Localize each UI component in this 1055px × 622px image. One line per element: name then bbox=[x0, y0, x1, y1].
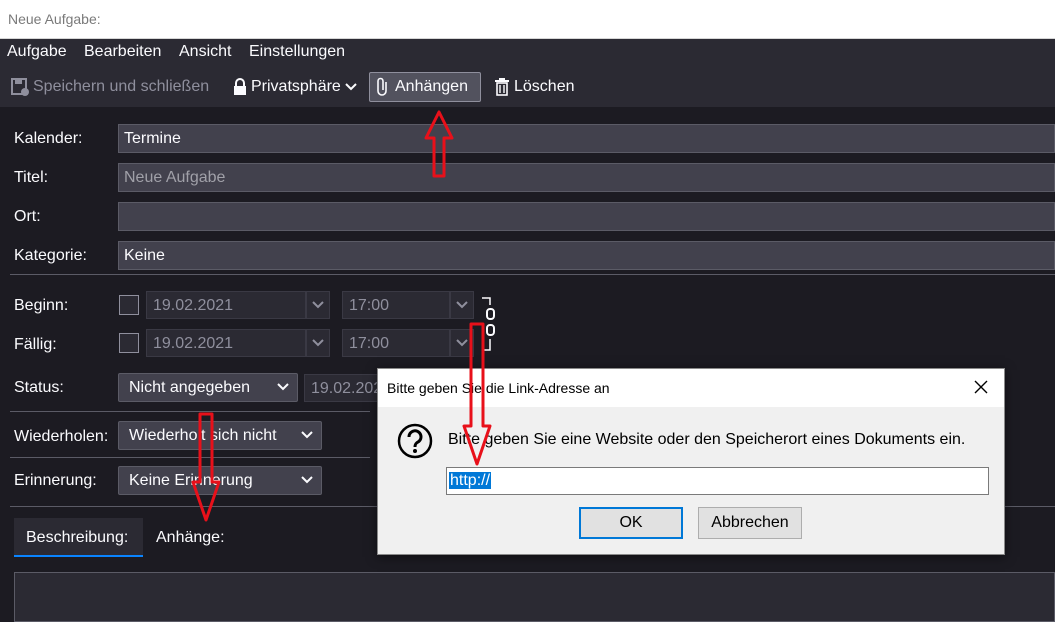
link-url-input[interactable]: http:// bbox=[446, 467, 989, 495]
menu-ansicht[interactable]: Ansicht bbox=[179, 43, 231, 61]
status-select[interactable]: Nicht angegeben bbox=[118, 373, 298, 402]
ok-button[interactable]: OK bbox=[579, 507, 683, 539]
privacy-label: Privatsphäre bbox=[251, 78, 341, 95]
menu-bar: Aufgabe Bearbeiten Ansicht Einstellungen bbox=[0, 39, 1055, 67]
privacy-button[interactable]: Privatsphäre bbox=[232, 72, 360, 102]
close-icon[interactable] bbox=[972, 378, 990, 396]
due-time-field[interactable]: 17:00 bbox=[342, 329, 450, 357]
tab-description[interactable]: Beschreibung: bbox=[14, 518, 143, 557]
attach-label: Anhängen bbox=[395, 78, 468, 95]
due-date-dropdown[interactable] bbox=[306, 329, 330, 357]
title-input[interactable]: Neue Aufgabe bbox=[118, 163, 1055, 192]
trash-icon bbox=[495, 78, 509, 96]
paperclip-icon bbox=[377, 77, 387, 96]
save-close-button[interactable]: Speichern und schließen bbox=[10, 72, 209, 102]
due-label: Fällig: bbox=[14, 336, 57, 353]
annotation-arrow-down-right bbox=[462, 322, 492, 466]
repeat-divider bbox=[10, 457, 370, 458]
category-label: Kategorie: bbox=[14, 247, 87, 264]
dialog-message: Bitte geben Sie eine Website oder den Sp… bbox=[448, 431, 966, 448]
annotation-arrow-up bbox=[424, 110, 454, 178]
description-textarea[interactable] bbox=[14, 572, 1055, 622]
chevron-down-icon bbox=[301, 431, 313, 439]
cancel-button[interactable]: Abbrechen bbox=[698, 507, 802, 539]
start-date-field[interactable]: 19.02.2021 bbox=[146, 291, 306, 319]
tab-attachments[interactable]: Anhänge: bbox=[144, 518, 237, 557]
link-url-value: http:// bbox=[449, 472, 492, 489]
question-icon bbox=[397, 423, 433, 459]
category-select[interactable]: Keine bbox=[118, 241, 1055, 270]
chevron-down-icon bbox=[312, 339, 324, 347]
reminder-label: Erinnerung: bbox=[14, 472, 97, 489]
due-checkbox[interactable] bbox=[119, 333, 139, 353]
title-label: Titel: bbox=[14, 169, 49, 186]
attach-button[interactable]: Anhängen bbox=[369, 72, 481, 102]
chevron-down-icon bbox=[456, 301, 468, 309]
chevron-down-icon bbox=[301, 476, 313, 484]
calendar-label: Kalender: bbox=[14, 130, 83, 147]
dialog-title: Bitte geben Sie die Link-Adresse an bbox=[387, 380, 610, 396]
status-divider bbox=[10, 411, 370, 412]
chevron-down-icon bbox=[277, 383, 289, 391]
calendar-select[interactable]: Termine bbox=[118, 124, 1055, 153]
start-checkbox[interactable] bbox=[119, 295, 139, 315]
menu-aufgabe[interactable]: Aufgabe bbox=[7, 43, 67, 61]
location-input[interactable] bbox=[118, 202, 1055, 231]
save-close-label: Speichern und schließen bbox=[33, 78, 210, 95]
menu-einstellungen[interactable]: Einstellungen bbox=[249, 43, 345, 61]
due-date-field[interactable]: 19.02.2021 bbox=[146, 329, 306, 357]
location-label: Ort: bbox=[14, 208, 41, 225]
chevron-down-icon bbox=[312, 301, 324, 309]
annotation-arrow-down-left bbox=[191, 412, 221, 522]
form-divider bbox=[10, 274, 1055, 275]
delete-label: Löschen bbox=[514, 78, 575, 95]
save-icon bbox=[11, 78, 29, 96]
lock-icon bbox=[234, 78, 246, 95]
start-time-dropdown[interactable] bbox=[450, 291, 474, 319]
start-time-field[interactable]: 17:00 bbox=[342, 291, 450, 319]
toolbar: Speichern und schließen Privatsphäre Anh… bbox=[0, 67, 1055, 108]
chevron-down-icon bbox=[345, 83, 357, 91]
start-date-dropdown[interactable] bbox=[306, 291, 330, 319]
status-label: Status: bbox=[14, 379, 64, 396]
window-title: Neue Aufgabe: bbox=[8, 11, 101, 27]
menu-bearbeiten[interactable]: Bearbeiten bbox=[84, 43, 161, 61]
repeat-label: Wiederholen: bbox=[14, 428, 109, 445]
delete-button[interactable]: Löschen bbox=[493, 72, 575, 102]
start-label: Beginn: bbox=[14, 297, 69, 314]
window-titlebar: Neue Aufgabe: bbox=[0, 0, 1055, 39]
status-value: Nicht angegeben bbox=[129, 379, 250, 396]
